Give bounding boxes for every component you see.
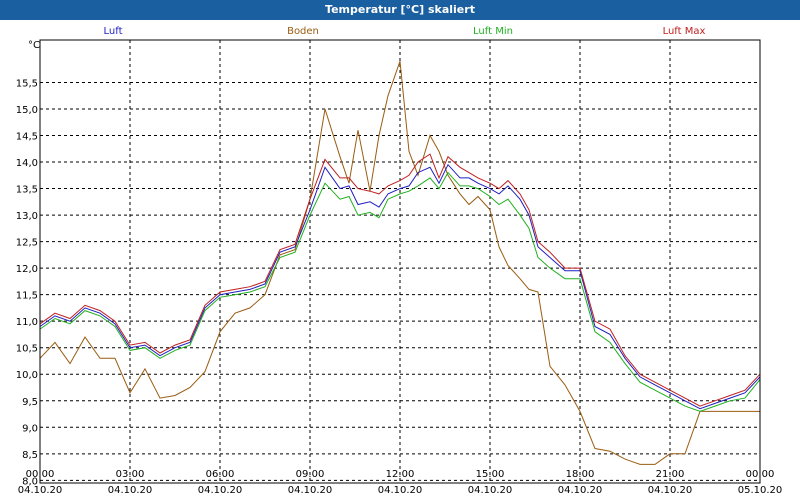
- y-tick-label: 9,5: [22, 397, 38, 408]
- y-axis-unit: °C: [28, 40, 40, 51]
- x-tick-time: 00:00: [746, 469, 775, 480]
- y-tick-label: 11,0: [16, 317, 38, 328]
- x-tick-date: 04.10.20: [468, 485, 513, 496]
- x-tick-date: 04.10.20: [288, 485, 333, 496]
- chart-title: Temperatur [°C] skaliert: [325, 3, 475, 16]
- x-tick-date: 05.10.20: [738, 485, 783, 496]
- y-tick-label: 11,5: [16, 291, 38, 302]
- x-tick-time: 03:00: [116, 469, 145, 480]
- x-tick-date: 04.10.20: [648, 485, 693, 496]
- x-tick-time: 18:00: [566, 469, 595, 480]
- y-tick-label: 15,5: [16, 78, 38, 89]
- x-tick-time: 06:00: [206, 469, 235, 480]
- y-tick-label: 14,0: [16, 158, 38, 169]
- x-tick-date: 04.10.20: [378, 485, 423, 496]
- x-tick-time: 21:00: [656, 469, 685, 480]
- x-tick-date: 04.10.20: [108, 485, 153, 496]
- x-tick-time: 15:00: [476, 469, 505, 480]
- y-tick-label: 10,0: [16, 370, 38, 381]
- x-tick-date: 04.10.20: [198, 485, 243, 496]
- x-tick-time: 00:00: [26, 469, 55, 480]
- legend-luft: Luft: [104, 26, 123, 37]
- chart-title-bar: Temperatur [°C] skaliert: [0, 0, 800, 20]
- legend-boden: Boden: [287, 26, 319, 37]
- x-tick-date: 04.10.20: [558, 485, 603, 496]
- y-tick-label: 12,0: [16, 264, 38, 275]
- y-tick-label: 9,0: [22, 423, 38, 434]
- x-tick-time: 09:00: [296, 469, 325, 480]
- temperature-chart: Luft Boden Luft Min Luft Max °C 8,08,59,…: [0, 20, 800, 500]
- y-tick-label: 13,0: [16, 211, 38, 222]
- y-tick-label: 10,5: [16, 344, 38, 355]
- y-tick-label: 12,5: [16, 238, 38, 249]
- chart-background: [0, 20, 800, 500]
- y-tick-label: 15,0: [16, 105, 38, 116]
- legend-luft-max: Luft Max: [663, 26, 706, 37]
- y-tick-label: 8,5: [22, 450, 38, 461]
- x-tick-date: 04.10.20: [18, 485, 63, 496]
- x-tick-time: 12:00: [386, 469, 415, 480]
- y-tick-label: 13,5: [16, 185, 38, 196]
- legend-luft-min: Luft Min: [473, 26, 513, 37]
- y-tick-label: 14,5: [16, 131, 38, 142]
